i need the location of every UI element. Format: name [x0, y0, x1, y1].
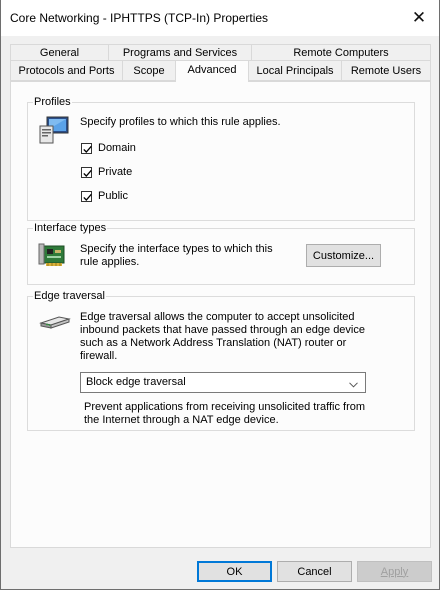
interface-types-group: Interface types Specify the interface ty…	[27, 222, 415, 285]
tab-protocols-and-ports[interactable]: Protocols and Ports	[10, 60, 123, 81]
public-checkbox-row[interactable]: Public	[81, 189, 128, 203]
domain-checkbox-row[interactable]: Domain	[81, 141, 136, 155]
profiles-legend: Profiles	[33, 96, 72, 109]
private-label: Private	[98, 166, 133, 178]
cancel-button[interactable]: Cancel	[277, 561, 352, 582]
profiles-description: Specify profiles to which this rule appl…	[80, 116, 281, 128]
close-button[interactable]: ✕	[399, 0, 439, 36]
interface-types-legend: Interface types	[33, 222, 108, 235]
tab-strip: General Programs and Services Remote Com…	[10, 44, 431, 82]
ok-button[interactable]: OK	[197, 561, 272, 582]
close-icon: ✕	[411, 8, 427, 27]
private-checkbox[interactable]	[81, 166, 92, 178]
public-checkbox[interactable]	[81, 190, 92, 202]
interface-types-description-line1: Specify the interface types to which thi…	[80, 243, 273, 255]
tab-general[interactable]: General	[10, 44, 109, 61]
advanced-tab-panel: Profiles Specify profiles to which this …	[10, 81, 431, 548]
tab-remote-users[interactable]: Remote Users	[341, 60, 431, 81]
tab-local-principals[interactable]: Local Principals	[248, 60, 342, 81]
tab-advanced[interactable]: Advanced	[175, 60, 249, 82]
tab-programs-and-services[interactable]: Programs and Services	[108, 44, 252, 61]
title-bar: Core Networking - IPHTTPS (TCP-In) Prope…	[1, 0, 439, 36]
tab-remote-computers[interactable]: Remote Computers	[251, 44, 431, 61]
apply-button[interactable]: Apply	[357, 561, 432, 582]
edge-traversal-description-line3: such as a Network Address Translation (N…	[80, 337, 347, 349]
edge-traversal-description-line2: inbound packets that have passed through…	[80, 324, 365, 336]
edge-traversal-selected-value: Block edge traversal	[86, 376, 186, 388]
edge-router-icon	[39, 313, 71, 331]
public-label: Public	[98, 190, 128, 202]
chevron-down-icon	[349, 379, 358, 391]
edge-traversal-group: Edge traversal Edge traversal allows the…	[27, 290, 415, 431]
edge-traversal-description-line1: Edge traversal allows the computer to ac…	[80, 311, 355, 323]
domain-label: Domain	[98, 142, 136, 154]
network-card-icon	[38, 242, 68, 270]
window-title: Core Networking - IPHTTPS (TCP-In) Prope…	[10, 11, 269, 25]
edge-traversal-select[interactable]: Block edge traversal	[80, 372, 366, 393]
edge-traversal-help-line1: Prevent applications from receiving unso…	[84, 401, 366, 413]
domain-checkbox[interactable]	[81, 142, 92, 154]
interface-types-description-line2: rule applies.	[80, 256, 140, 268]
tab-scope[interactable]: Scope	[122, 60, 176, 81]
edge-traversal-legend: Edge traversal	[33, 290, 106, 303]
customize-button[interactable]: Customize...	[306, 244, 381, 267]
profiles-group: Profiles Specify profiles to which this …	[27, 96, 415, 221]
edge-traversal-description-line4: firewall.	[80, 350, 118, 362]
properties-dialog: Core Networking - IPHTTPS (TCP-In) Prope…	[0, 0, 440, 590]
private-checkbox-row[interactable]: Private	[81, 165, 132, 179]
edge-traversal-help-line2: the Internet through a NAT edge device.	[84, 414, 279, 426]
profiles-computer-icon	[38, 114, 70, 146]
